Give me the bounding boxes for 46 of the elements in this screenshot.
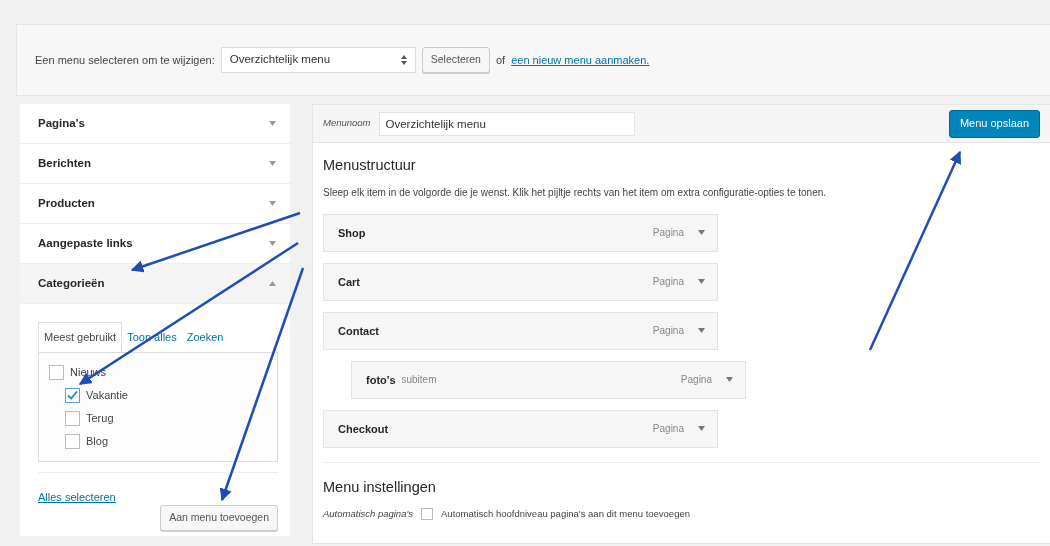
instruction-text: Sleep elk item in de volgorde die je wenst. Klik het pijltje rechts van het item om extra configuratie-opties te tonen. <box>323 185 828 200</box>
checkbox-label: Blog <box>86 433 109 449</box>
dropdown-arrows-icon <box>400 55 407 65</box>
checkbox[interactable] <box>65 410 80 426</box>
select-all-link[interactable]: Alles selecteren <box>38 488 116 505</box>
caret-down-icon[interactable] <box>698 230 705 236</box>
caret-down-icon[interactable] <box>726 377 733 383</box>
caret-down-icon <box>269 161 276 166</box>
select-button[interactable]: Selecteren <box>421 47 490 73</box>
setting-label: Automatisch pagina's <box>323 506 413 521</box>
menu-item[interactable]: Checkout Pagina <box>323 409 718 448</box>
or-text: of <box>495 52 506 68</box>
menu-item[interactable]: Shop Pagina <box>323 213 718 252</box>
checkbox-label: Automatisch hoofdniveau pagina's aan dit menu toevoegen <box>441 506 690 521</box>
menu-item[interactable]: Contact Pagina <box>323 311 718 350</box>
checkbox-label: Vakantie <box>86 387 128 403</box>
accordion-header[interactable]: Categorieën <box>20 264 290 304</box>
section-title: Menustructuur <box>323 156 417 175</box>
save-menu-button[interactable]: Menu opslaan <box>948 109 1040 138</box>
caret-down-icon[interactable] <box>698 279 705 285</box>
caret-down-icon[interactable] <box>698 426 705 432</box>
tab[interactable]: Meest gebruikt <box>38 322 123 352</box>
caret-down-icon <box>269 121 276 126</box>
checkbox[interactable] <box>65 433 80 449</box>
menu-name-label: Menunoom <box>323 116 371 131</box>
section-title: Menu instellingen <box>323 477 437 497</box>
create-menu-link[interactable]: een nieuw menu aanmaken. <box>511 51 650 69</box>
accordion-header[interactable]: Producten <box>20 184 290 224</box>
menu-item[interactable]: foto's subitem Pagina <box>351 360 746 399</box>
caret-up-icon <box>269 281 276 286</box>
tab[interactable]: Zoeken <box>181 323 229 352</box>
accordion-header[interactable]: Pagina's <box>20 104 290 144</box>
accordion-header[interactable]: Berichten <box>20 144 290 184</box>
checkbox[interactable] <box>421 507 433 520</box>
caret-down-icon <box>269 241 276 246</box>
checkbox[interactable] <box>49 364 64 380</box>
caret-down-icon[interactable] <box>698 328 705 334</box>
menu-item[interactable]: Cart Pagina <box>323 262 718 301</box>
checkbox[interactable] <box>65 387 80 403</box>
select-label: Een menu selecteren om te wijzigen: <box>35 52 215 68</box>
accordion-header[interactable]: Aangepaste links <box>20 224 290 264</box>
menu-name-field[interactable]: Overzichtelijk menu <box>378 111 635 136</box>
add-to-menu-button[interactable]: Aan menu toevoegen <box>160 505 278 531</box>
caret-down-icon <box>269 201 276 206</box>
menu-dropdown[interactable]: Overzichtelijk menu <box>220 47 416 73</box>
checkbox-label: Terug <box>86 410 114 426</box>
